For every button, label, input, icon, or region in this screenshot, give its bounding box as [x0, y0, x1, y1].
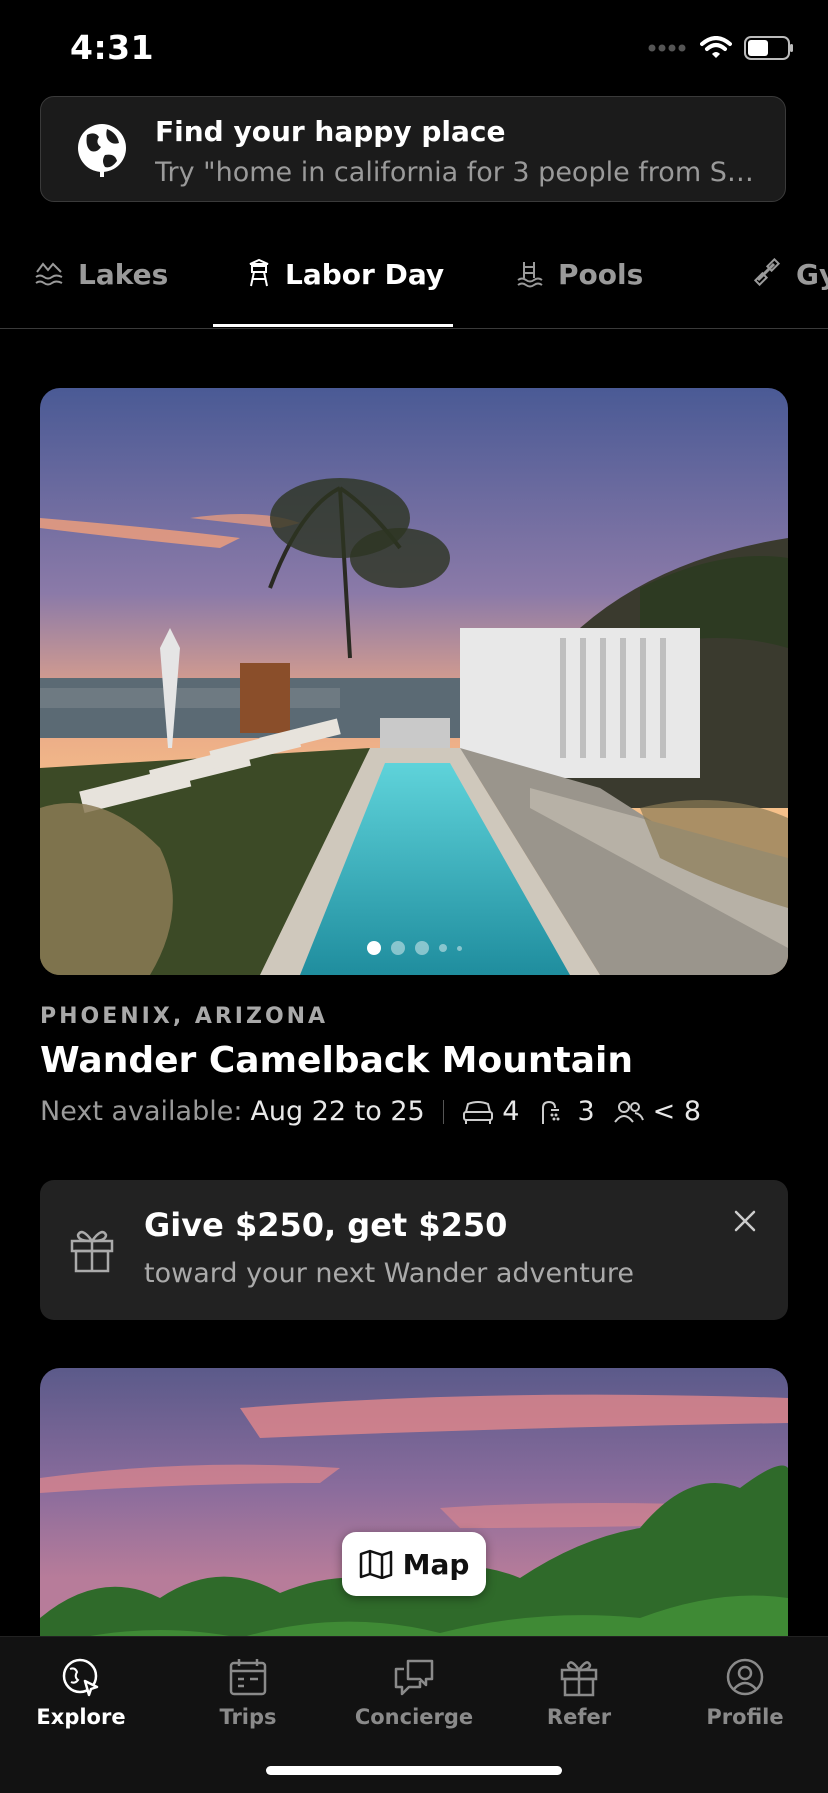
tab-label: Gy	[796, 258, 828, 291]
wifi-icon	[700, 36, 732, 58]
tab-labor-day[interactable]: Labor Day	[247, 238, 444, 328]
calendar-icon	[229, 1659, 267, 1696]
close-icon[interactable]	[732, 1208, 758, 1234]
category-tabs: Lakes Labor Day Pools Gy	[0, 238, 828, 329]
baths-value: 3	[577, 1096, 595, 1127]
listing-photo[interactable]	[40, 388, 788, 975]
gift-icon	[70, 1230, 114, 1273]
referral-title: Give $250, get $250	[144, 1206, 508, 1244]
status-icons	[648, 36, 794, 60]
beds-value: 4	[502, 1096, 520, 1127]
guests-count: < 8	[613, 1096, 701, 1127]
forest-sunset-image	[40, 1368, 788, 1668]
pagination-dot	[414, 941, 429, 955]
baths-count: 3	[537, 1096, 595, 1127]
nav-concierge[interactable]: Concierge	[349, 1657, 479, 1729]
guests-icon	[613, 1100, 644, 1123]
tab-label: Pools	[558, 258, 644, 291]
referral-banner[interactable]: Give $250, get $250 toward your next Wan…	[40, 1180, 788, 1320]
pagination-dot	[390, 941, 405, 955]
photo-pagination	[40, 941, 788, 955]
shower-icon	[542, 1100, 560, 1124]
beds-count: 4	[462, 1096, 519, 1127]
pagination-dot	[456, 945, 462, 951]
tab-lakes[interactable]: Lakes	[34, 238, 168, 328]
tab-pools[interactable]: Pools	[516, 238, 643, 328]
battery-icon	[744, 36, 793, 60]
nav-label: Profile	[706, 1705, 784, 1729]
status-time: 4:31	[70, 28, 155, 67]
meta-divider	[442, 1099, 445, 1124]
lake-icon	[35, 262, 63, 286]
bed-icon	[463, 1100, 494, 1124]
pool-villa-image	[40, 388, 788, 975]
nav-refer[interactable]: Refer	[514, 1657, 644, 1729]
guests-value: < 8	[652, 1096, 702, 1127]
search-hint: Try "home in california for 3 people fro…	[155, 157, 765, 188]
nav-profile[interactable]: Profile	[680, 1657, 810, 1729]
listing-name[interactable]: Wander Camelback Mountain	[40, 1040, 633, 1081]
active-tab-indicator	[213, 324, 453, 327]
signal-icon	[648, 44, 686, 52]
explore-icon	[62, 1658, 99, 1697]
nav-label: Refer	[546, 1705, 612, 1729]
next-available-dates: Aug 22 to 25	[250, 1096, 425, 1127]
pagination-dot	[366, 941, 381, 955]
next-available-label: Next available:	[40, 1096, 243, 1127]
referral-subtitle: toward your next Wander adventure	[144, 1258, 635, 1289]
listing-meta: Next available: Aug 22 to 25 4 3 < 8	[40, 1096, 719, 1127]
home-indicator[interactable]	[266, 1766, 562, 1775]
pagination-dot	[438, 944, 447, 952]
listing-location: PHOENIX, ARIZONA	[40, 1004, 329, 1029]
nav-label: Explore	[36, 1705, 126, 1729]
tab-gym[interactable]: Gy	[752, 238, 828, 328]
nav-trips[interactable]: Trips	[183, 1657, 313, 1729]
map-button-label: Map	[402, 1547, 470, 1581]
map-button[interactable]: Map	[342, 1532, 486, 1596]
pool-ladder-icon	[517, 262, 543, 288]
gift-icon	[560, 1661, 598, 1697]
nav-label: Trips	[219, 1705, 277, 1729]
tab-label: Labor Day	[285, 258, 445, 291]
listing-photo[interactable]	[40, 1368, 788, 1668]
dumbbell-icon	[753, 258, 781, 287]
search-bar[interactable]: Find your happy place Try "home in calif…	[40, 96, 786, 202]
chat-icon	[394, 1659, 434, 1696]
user-icon	[726, 1658, 764, 1696]
nav-explore[interactable]: Explore	[16, 1657, 146, 1729]
globe-icon	[78, 124, 126, 177]
map-icon	[359, 1549, 392, 1579]
lifeguard-tower-icon	[249, 258, 269, 287]
nav-label: Concierge	[354, 1705, 474, 1729]
search-title: Find your happy place	[155, 115, 506, 148]
tab-label: Lakes	[78, 258, 169, 291]
